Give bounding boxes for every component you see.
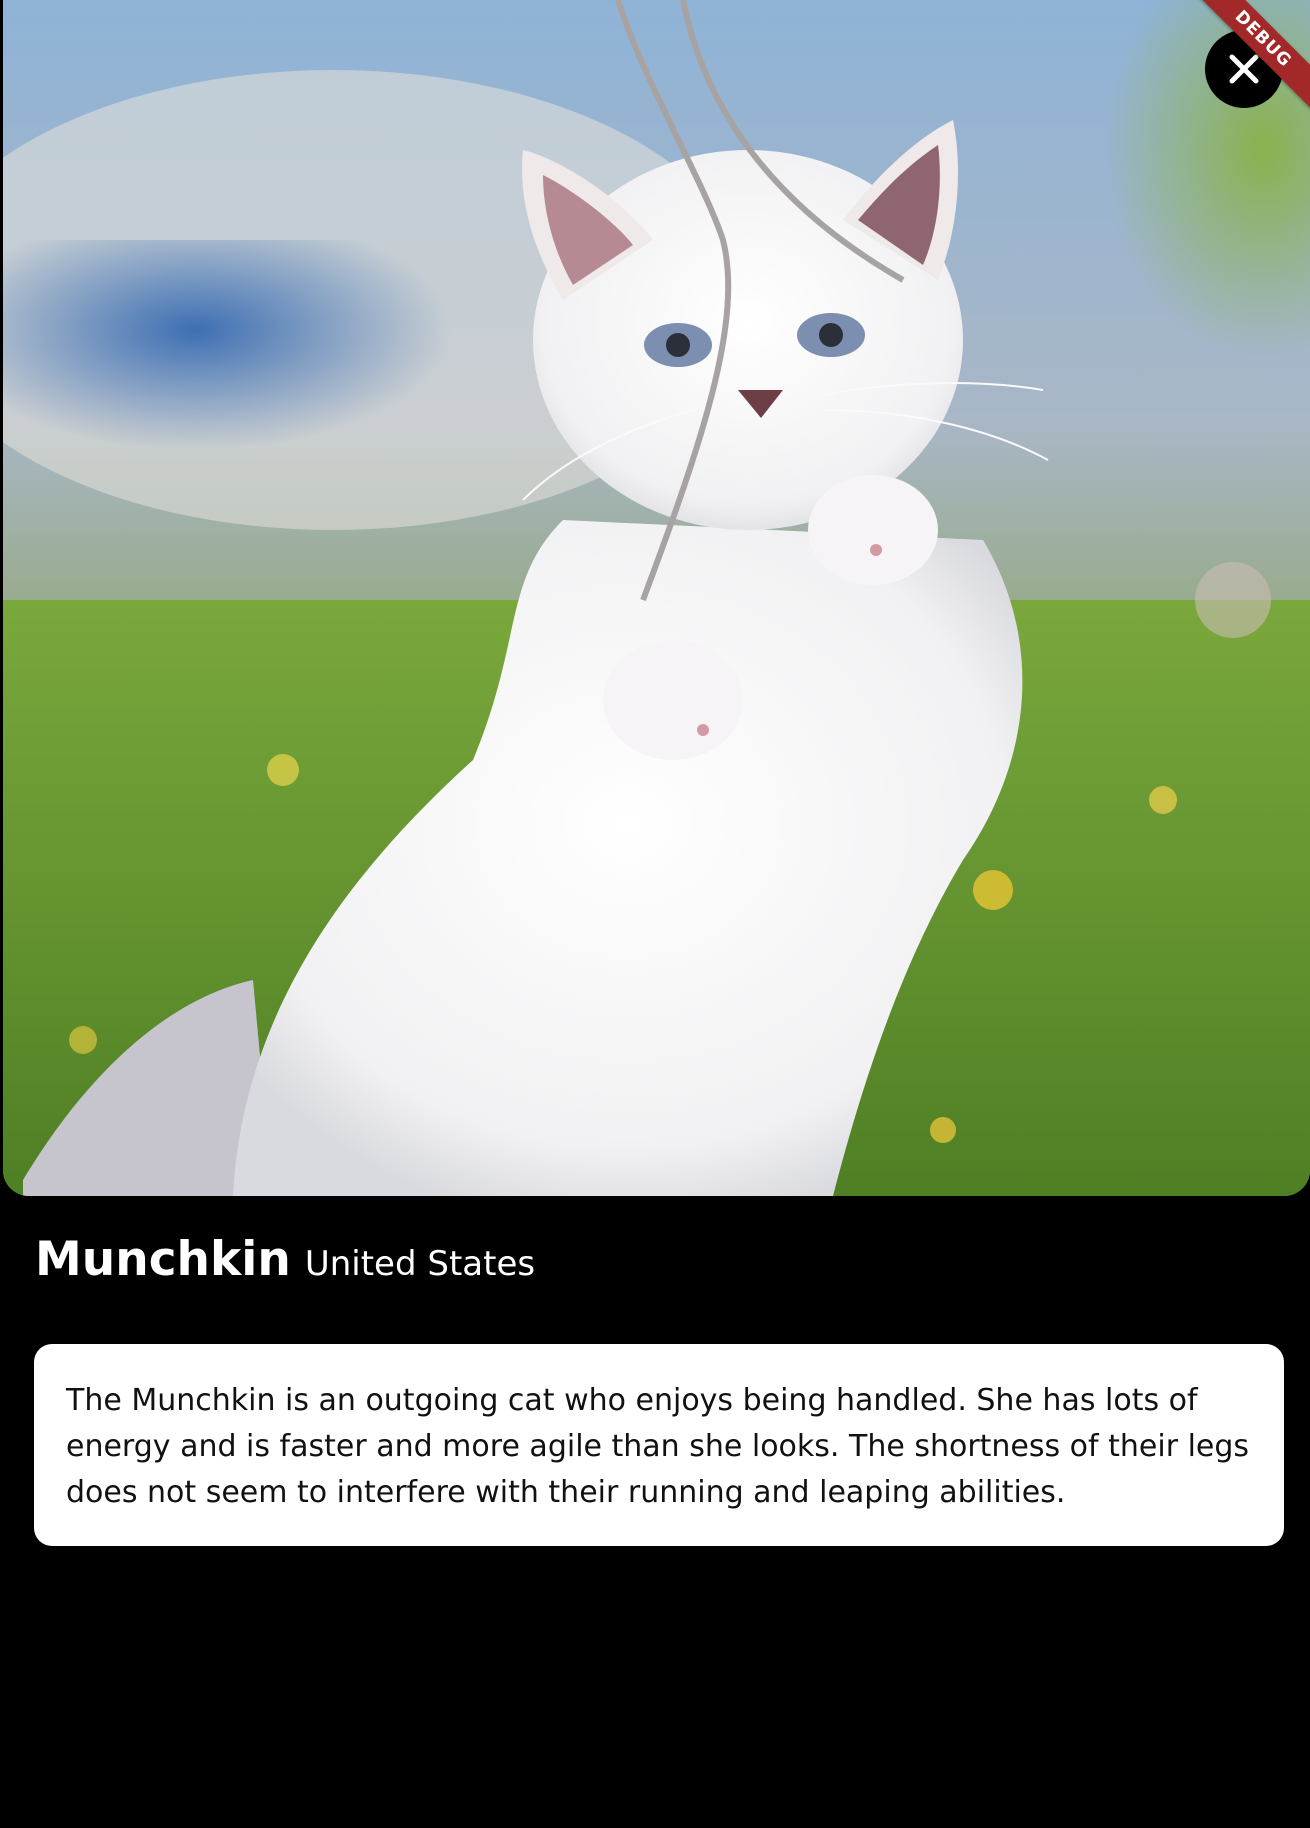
cat-photo bbox=[3, 0, 1310, 1196]
cat-photo-illustration bbox=[3, 0, 1310, 1196]
breed-header: Munchkin United States bbox=[35, 1232, 535, 1287]
breed-origin: United States bbox=[304, 1244, 536, 1284]
breed-detail-screen: DEBUG Munchkin United States The Munchki… bbox=[0, 0, 1310, 1828]
breed-description: The Munchkin is an outgoing cat who enjo… bbox=[66, 1383, 1250, 1510]
description-card: The Munchkin is an outgoing cat who enjo… bbox=[34, 1344, 1284, 1546]
breed-name: Munchkin bbox=[35, 1232, 291, 1287]
close-icon bbox=[1229, 54, 1259, 84]
